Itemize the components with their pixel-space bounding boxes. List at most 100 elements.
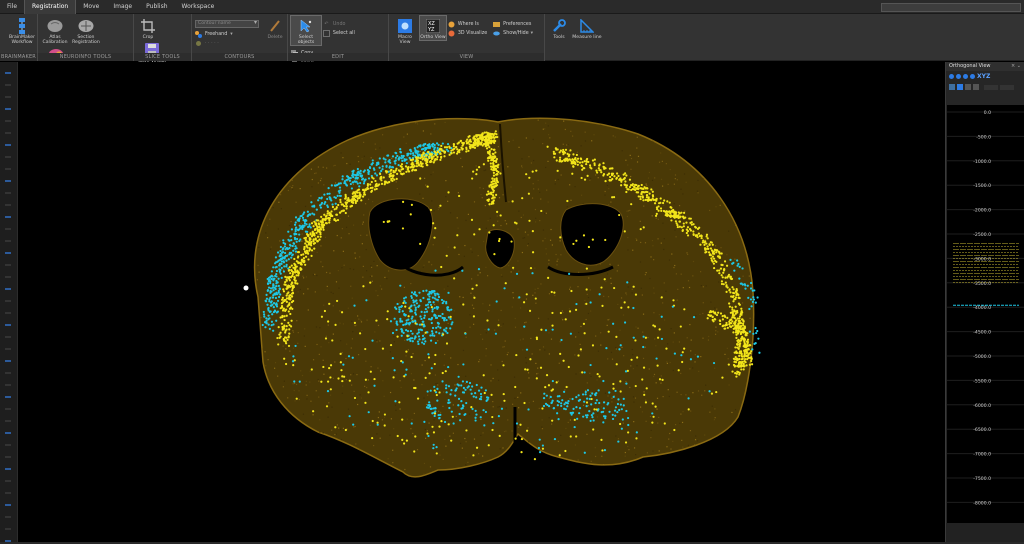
delete-contour-button[interactable]: Delete [265,16,285,40]
group-slice: Crop Save Virtual Section SLICE TOOLS [134,14,192,69]
crop-icon [140,18,156,34]
strip-tick [5,516,11,518]
grid-icon[interactable] [949,84,955,90]
scale-tick-label: -5500.0 [973,378,991,384]
depth-scale: 0.0 -500.0 -1000.0 -1500.0 -2000.0 -2500.0 -30… [947,105,1024,531]
strip-tick [5,264,11,266]
panel-close-icon[interactable]: × ⌄ [1011,62,1021,71]
wrench-icon [551,18,567,34]
strip-tick [5,408,11,410]
crop-button[interactable]: Crop [137,16,159,40]
xyz-axis-toggle[interactable]: XYZ [977,73,990,80]
step-field[interactable] [984,84,998,90]
zoom-in-icon[interactable] [949,74,954,79]
dim-icon [195,40,202,47]
atlas-calibration-button[interactable]: Atlas Calibration [41,16,69,45]
panel-title: Orthogonal View [949,63,991,69]
group-tools: Tools Measure line [545,14,615,61]
strip-tick [5,252,11,254]
strip-tick [5,288,11,290]
strip-tick [5,192,11,194]
strip-tick [5,168,11,170]
strip-tick [5,492,11,494]
group-contours: Contour name Freehand▾ · · · · · Delete … [192,14,288,61]
menu-tab-workspace[interactable]: Workspace [175,0,222,14]
ortho-view-icon: XZ YZ [425,18,441,34]
select-objects-button[interactable]: Select objects [290,14,322,47]
menu-tab-image[interactable]: Image [106,0,139,14]
freehand-button[interactable]: Freehand ▾ [195,30,259,39]
scale-tick-label: -4000.0 [973,305,991,311]
step-value[interactable] [1000,84,1014,90]
strip-tick [5,336,11,338]
strip-tick [5,72,11,74]
strip-tick [5,300,11,302]
zoom-out-icon[interactable] [956,74,961,79]
strip-tick [5,480,11,482]
strip-tick [5,444,11,446]
strip-tick [5,228,11,230]
strip-tick [5,96,11,98]
strip-tick [5,468,11,470]
preferences-button[interactable]: Preferences [493,20,533,29]
contour-option: · · · · · [195,39,259,48]
orthogonal-view-panel: Orthogonal View × ⌄ XYZ 0.0 -500.0 -1000.0… [945,62,1024,544]
strip-tick [5,204,11,206]
undo-button[interactable]: ↶ Undo [323,20,355,29]
menu-tab-publish[interactable]: Publish [139,0,174,14]
menu-bar: File Registration Move Image Publish Wor… [0,0,1024,14]
menu-tab-file[interactable]: File [0,0,24,14]
layers-icon[interactable] [965,84,971,90]
panel-toolbar: XYZ [946,71,1024,82]
contour-name-select[interactable]: Contour name [195,20,259,28]
select-all-button[interactable]: Select all [322,29,355,38]
strip-tick [5,132,11,134]
undo-icon: ↶ [324,22,329,27]
measure-line-button[interactable]: Measure line [572,16,602,40]
ortho-view-button[interactable]: XZ YZ Ortho View [418,14,447,42]
menu-tab-registration[interactable]: Registration [24,0,77,14]
refresh-icon[interactable] [970,74,975,79]
depth-scale-svg: 0.0-500.0-1000.0-1500.0-2000.0-2500.0-30… [947,110,1024,531]
eye-icon [493,30,500,37]
select-all-icon [322,30,330,37]
section-registration-button[interactable]: Section Registration [71,16,101,45]
panel-toolbar-2 [946,82,1024,92]
strip-tick [5,384,11,386]
search-input[interactable] [881,3,1021,12]
strip-tick [5,348,11,350]
strip-tick [5,144,11,146]
freehand-icon [195,31,202,38]
3d-visualize-button[interactable]: 3D Visualize [448,29,487,38]
strip-tick [5,156,11,158]
strip-tick [5,396,11,398]
strip-tick [5,324,11,326]
strip-tick [5,84,11,86]
where-is-button[interactable]: Where Is [448,20,487,29]
fit-icon[interactable] [963,74,968,79]
macro-view-icon [397,18,413,34]
chevron-down-icon: ▾ [230,32,233,37]
macro-view-button[interactable]: Macro View [392,16,418,45]
preferences-icon [493,21,501,28]
strip-tick [5,360,11,362]
scale-tick-label: -4500.0 [973,330,991,336]
brainmaker-workflow-button[interactable]: BrainMaker Workflow [3,16,41,45]
brain-section-image [243,117,761,478]
svg-text:YZ: YZ [427,27,435,33]
white-marker [243,285,249,291]
show-hide-button[interactable]: Show/Hide ▾ [493,29,533,38]
tools-button[interactable]: Tools [548,16,570,40]
menu-tab-move[interactable]: Move [76,0,106,14]
image-canvas[interactable] [18,62,944,542]
settings-icon[interactable] [973,84,979,90]
scale-tick-label: -7000.0 [973,452,991,458]
scale-tick-label: -5000.0 [973,354,991,360]
ribbon: BrainMaker Workflow BRAINMAKER TOOLS Atl… [0,14,1024,75]
strip-tick [5,108,11,110]
scale-tick-label: -6500.0 [973,427,991,433]
panel-footer [946,523,1024,544]
scale-tick-label: -2500.0 [973,232,991,238]
help-icon[interactable] [957,84,963,90]
left-toolbar [0,62,18,542]
